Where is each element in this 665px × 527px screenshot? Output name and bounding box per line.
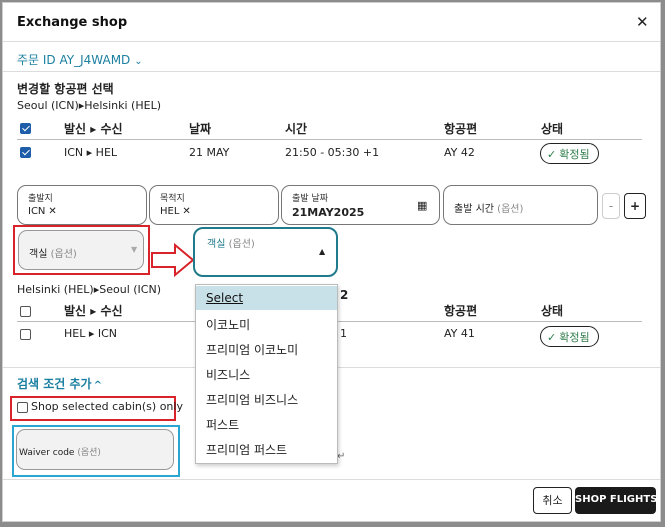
shop-flights-button[interactable]: SHOP FLIGHTS — [575, 487, 657, 514]
increase-button[interactable]: + — [624, 193, 646, 219]
departure-time-label: 출발 시간 — [454, 204, 494, 215]
cabin-left-text: 객실 (옵션) — [29, 245, 77, 260]
header-route: 발신 ▸ 수신 — [64, 122, 123, 136]
departure-date-label: 출발 날짜 — [292, 194, 328, 204]
departure-date-field[interactable]: 출발 날짜 21MAY2025 ▦ — [281, 185, 440, 225]
shop-selected-label: Shop selected cabin(s) only — [31, 400, 183, 413]
destination-label: 목적지 — [160, 194, 185, 204]
status-badge: ✓ 확정됨 — [540, 326, 599, 347]
row-time-partial: 1 — [340, 327, 347, 340]
check-icon: ✓ — [547, 148, 557, 161]
departure-time-placeholder: (옵션) — [497, 204, 524, 215]
outbound-row-checkbox[interactable] — [20, 147, 31, 158]
caret-up-icon: ▲ — [319, 247, 326, 256]
cabin-right-label: 객실 — [207, 239, 226, 250]
cabin-option[interactable]: 프리미엄 비즈니스 — [196, 386, 337, 410]
departure-time-text: 출발 시간 (옵션) — [454, 200, 523, 215]
calendar-icon[interactable]: ▦ — [417, 199, 427, 212]
header-status: 상태 — [541, 122, 564, 136]
header-status: 상태 — [541, 304, 564, 318]
destination-field[interactable]: 목적지 HEL ✕ — [149, 185, 279, 225]
table-header-divider — [17, 139, 642, 140]
remove-destination-icon[interactable]: ✕ — [182, 206, 190, 217]
search-criteria-label: 검색 조건 추가 — [17, 377, 92, 391]
cancel-button[interactable]: 취소 — [533, 487, 572, 514]
order-id-toggle[interactable]: 주문 ID AY_J4WAMD ⌄ — [17, 51, 143, 68]
header-partial: 2 — [340, 288, 349, 302]
cabin-select-right[interactable]: 객실 (옵션) ▲ — [193, 227, 338, 277]
cabin-select-left[interactable]: 객실 (옵션) ▼ — [18, 230, 144, 270]
cabin-option[interactable]: 이코노미 — [196, 311, 337, 335]
cabin-option[interactable]: 비즈니스 — [196, 361, 337, 385]
footer-divider — [3, 479, 660, 480]
check-icon: ✓ — [547, 331, 557, 344]
cabin-option[interactable]: Select — [196, 286, 337, 310]
order-id-label: 주문 ID AY_J4WAMD — [17, 53, 131, 67]
cabin-option[interactable]: 프리미엄 퍼스트 — [196, 436, 337, 460]
search-criteria-toggle[interactable]: 검색 조건 추가 ^ — [17, 375, 102, 392]
origin-chip: ICN ✕ — [28, 206, 57, 217]
waiver-text: Waiver code (옵션) — [19, 445, 101, 458]
chevron-up-icon: ^ — [93, 380, 102, 391]
shop-selected-checkbox[interactable] — [17, 402, 28, 413]
cabin-left-label: 객실 — [29, 249, 48, 260]
close-icon[interactable]: ✕ — [636, 13, 649, 31]
origin-field[interactable]: 출발지 ICN ✕ — [17, 185, 147, 225]
origin-label: 출발지 — [28, 194, 53, 204]
status-label: 확정됨 — [559, 331, 590, 344]
exchange-shop-dialog: Exchange shop ✕ 주문 ID AY_J4WAMD ⌄ 변경할 항공편… — [2, 2, 661, 522]
waiver-code-input[interactable]: Waiver code (옵션) — [16, 429, 174, 470]
cabin-option[interactable]: 프리미엄 이코노미 — [196, 336, 337, 360]
status-badge: ✓ 확정됨 — [540, 143, 599, 164]
chevron-down-icon: ⌄ — [134, 56, 143, 67]
header-date: 날짜 — [189, 122, 212, 136]
cabin-dropdown-list: Select 이코노미 프리미엄 이코노미 비즈니스 프리미엄 비즈니스 퍼스트 프리미엄 … — [195, 284, 338, 464]
order-divider — [3, 71, 660, 72]
departure-time-field[interactable]: 출발 시간 (옵션) — [443, 185, 598, 225]
remove-origin-icon[interactable]: ✕ — [48, 206, 56, 217]
dialog-title: Exchange shop — [17, 15, 128, 30]
route-from: Seoul (ICN) — [17, 99, 79, 112]
row-route: ICN ▸ HEL — [64, 146, 118, 159]
row-flight: AY 42 — [444, 146, 475, 159]
destination-value: HEL — [160, 206, 180, 217]
row-route: HEL ▸ ICN — [64, 327, 118, 340]
header-route: 발신 ▸ 수신 — [64, 304, 123, 318]
row-flight: AY 41 — [444, 327, 475, 340]
origin-value: ICN — [28, 206, 46, 217]
route-to: Seoul (ICN) — [99, 283, 161, 296]
row-time: 21:50 - 05:30 +1 — [285, 146, 380, 159]
destination-chip: HEL ✕ — [160, 206, 191, 217]
cabin-option[interactable]: 퍼스트 — [196, 411, 337, 435]
waiver-label: Waiver code — [19, 448, 75, 458]
departure-date-value: 21MAY2025 — [292, 206, 365, 219]
status-label: 확정됨 — [559, 148, 590, 161]
waiver-placeholder: (옵션) — [77, 448, 101, 458]
outbound-route: Seoul (ICN)▸Helsinki (HEL) — [17, 99, 161, 112]
header-flight: 항공편 — [444, 122, 478, 136]
return-icon: ↵ — [337, 451, 346, 462]
header-time: 시간 — [285, 122, 308, 136]
return-route: Helsinki (HEL)▸Seoul (ICN) — [17, 283, 161, 296]
section-title: 변경할 항공편 선택 — [17, 82, 114, 96]
return-row-checkbox[interactable] — [20, 329, 31, 340]
route-from: Helsinki (HEL) — [17, 283, 94, 296]
select-all-outbound-checkbox[interactable] — [20, 123, 31, 134]
route-to: Helsinki (HEL) — [84, 99, 161, 112]
row-date: 21 MAY — [189, 146, 230, 159]
decrease-button[interactable]: - — [602, 193, 620, 219]
header-divider — [3, 41, 660, 42]
cabin-left-placeholder: (옵션) — [50, 249, 77, 260]
cabin-right-placeholder: (옵션) — [228, 239, 255, 250]
select-all-return-checkbox[interactable] — [20, 306, 31, 317]
header-flight: 항공편 — [444, 304, 478, 318]
cabin-right-text: 객실 (옵션) — [207, 235, 255, 250]
arrow-right-icon — [151, 243, 195, 277]
caret-down-icon: ▼ — [131, 245, 138, 254]
